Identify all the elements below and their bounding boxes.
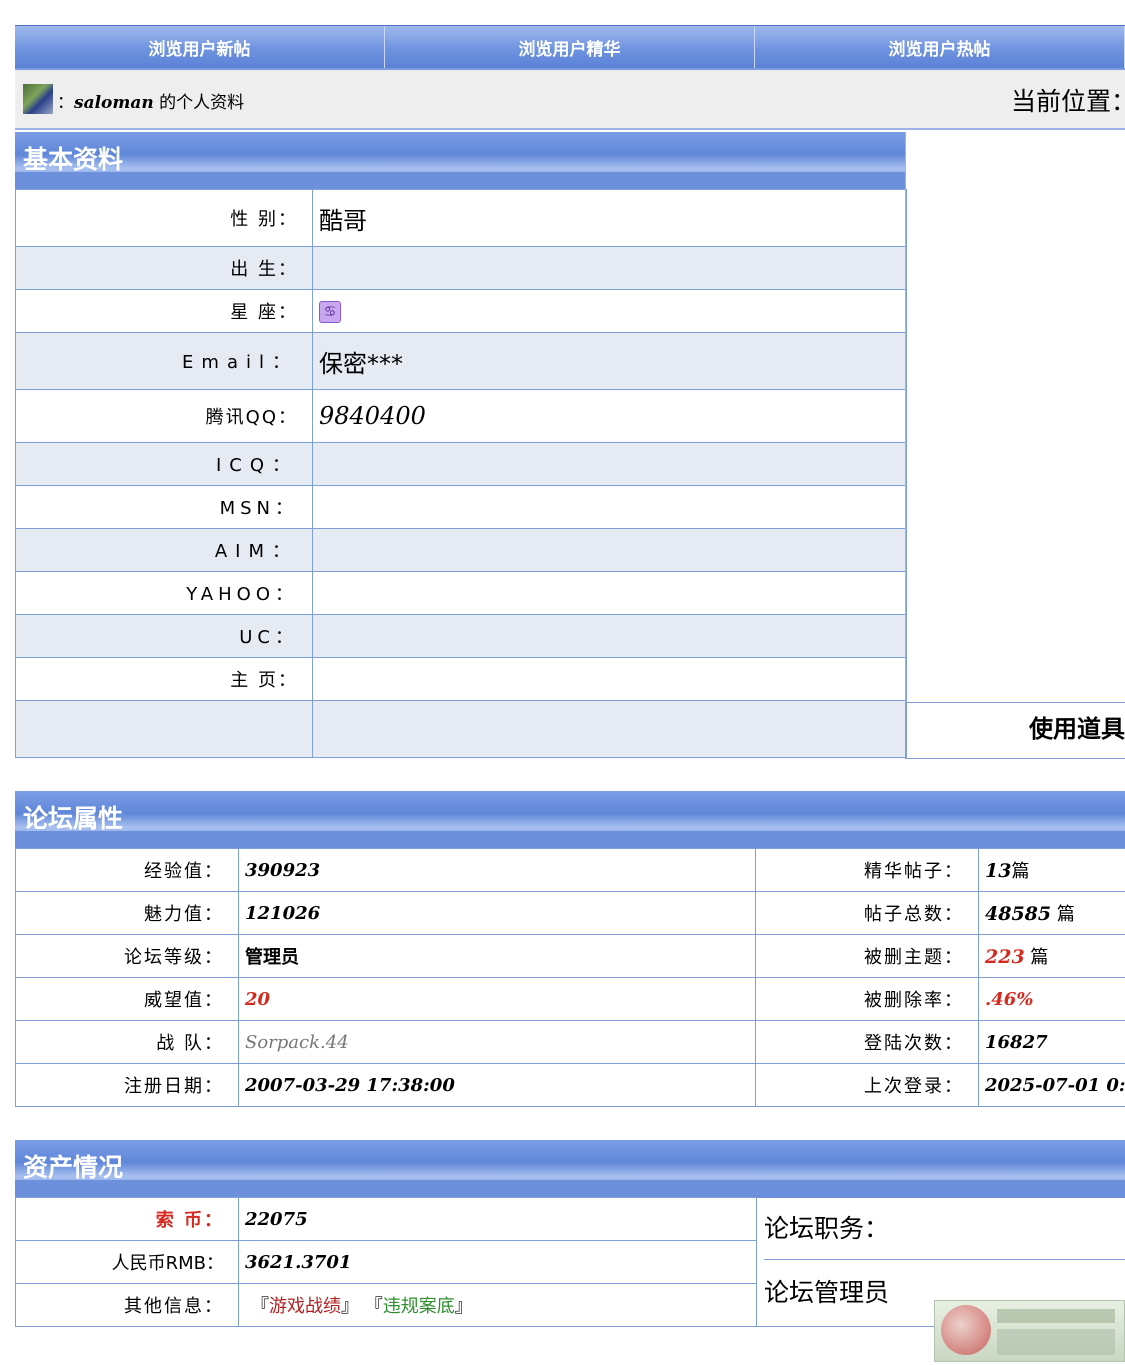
charm-label: 魅力值： bbox=[15, 891, 239, 935]
homepage-value[interactable] bbox=[312, 657, 907, 701]
homepage-label: 主 页： bbox=[15, 657, 313, 701]
featured-value: 13 bbox=[985, 860, 1012, 882]
forum-attr-title: 论坛属性 bbox=[23, 804, 124, 833]
post-total-unit: 篇 bbox=[1051, 904, 1075, 925]
exp-label: 经验值： bbox=[15, 848, 239, 892]
last-login-value: 2025-07-01 0:5 bbox=[978, 1063, 1125, 1107]
bracket: 』 bbox=[341, 1296, 359, 1317]
gender-label: 性 别： bbox=[15, 189, 313, 247]
birth-label: 出 生： bbox=[15, 246, 313, 290]
empty-cell bbox=[15, 700, 313, 758]
username[interactable]: saloman bbox=[74, 93, 154, 113]
icq-label: ICQ： bbox=[15, 442, 313, 486]
charm-value: 121026 bbox=[238, 891, 756, 935]
assets-title: 资产情况 bbox=[23, 1153, 124, 1182]
profile-heading: ：saloman 的个人资料 bbox=[57, 93, 245, 113]
duty-value: 论坛管理员 bbox=[764, 1278, 890, 1307]
location-bar: ：saloman 的个人资料 当前位置： bbox=[15, 70, 1125, 130]
forum-attr-table: 经验值： 390923 精华帖子： 13篇 魅力值： 121026 帖子总数： … bbox=[15, 848, 1125, 1107]
delete-rate-value: .46% bbox=[978, 977, 1125, 1021]
logo-bar bbox=[997, 1309, 1115, 1323]
nav-hot-posts[interactable]: 浏览用户热帖 bbox=[755, 26, 1125, 68]
other-info-value: 『游戏战绩』 『违规案底』 bbox=[238, 1283, 757, 1327]
deleted-topics-value: 223 bbox=[985, 946, 1025, 968]
birth-value bbox=[312, 246, 907, 290]
uc-label: UC： bbox=[15, 614, 313, 658]
post-total-label: 帖子总数： bbox=[755, 891, 979, 935]
header-stripe bbox=[15, 831, 1125, 849]
login-count-label: 登陆次数： bbox=[755, 1020, 979, 1064]
header-stripe bbox=[15, 172, 905, 190]
register-date-label: 注册日期： bbox=[15, 1063, 239, 1107]
other-info-label: 其他信息： bbox=[15, 1283, 239, 1327]
team-label: 战 队： bbox=[15, 1020, 239, 1064]
prestige-label: 威望值： bbox=[15, 977, 239, 1021]
coin-value: 22075 bbox=[238, 1197, 757, 1241]
last-login-label: 上次登录： bbox=[755, 1063, 979, 1107]
icq-value bbox=[312, 442, 907, 486]
login-count-value: 16827 bbox=[978, 1020, 1125, 1064]
team-value[interactable]: Sorpack.44 bbox=[238, 1020, 756, 1064]
site-logo-watermark bbox=[934, 1300, 1125, 1362]
deleted-topics-unit: 篇 bbox=[1024, 947, 1049, 968]
rmb-label: 人民币RMB： bbox=[15, 1240, 239, 1284]
bracket: 『 bbox=[364, 1296, 383, 1317]
register-date-value: 2007-03-29 17:38:00 bbox=[238, 1063, 756, 1107]
delete-rate-label: 被删除率： bbox=[755, 977, 979, 1021]
exp-value: 390923 bbox=[238, 848, 756, 892]
aim-value bbox=[312, 528, 907, 572]
violation-record-link[interactable]: 违规案底 bbox=[383, 1296, 455, 1317]
header-stripe bbox=[15, 1180, 1125, 1198]
basic-info-title: 基本资料 bbox=[23, 145, 124, 174]
coin-label: 索 币： bbox=[15, 1197, 239, 1241]
prestige-value: 20 bbox=[238, 977, 756, 1021]
duty-label: 论坛职务： bbox=[764, 1214, 890, 1243]
logo-emblem-icon bbox=[941, 1305, 991, 1355]
level-label: 论坛等级： bbox=[15, 934, 239, 978]
bracket: 』 bbox=[454, 1296, 473, 1317]
featured-unit: 篇 bbox=[1011, 861, 1030, 882]
level-value: 管理员 bbox=[238, 934, 756, 978]
empty-cell bbox=[312, 700, 907, 758]
cancer-zodiac-icon: ♋ bbox=[319, 300, 341, 323]
email-value: 保密*** bbox=[312, 332, 907, 390]
zodiac-label: 星 座： bbox=[15, 289, 313, 333]
gender-value: 酷哥 bbox=[312, 189, 907, 247]
profile-heading-suffix: 的个人资料 bbox=[159, 93, 245, 113]
msn-value bbox=[312, 485, 907, 529]
logo-bar bbox=[997, 1329, 1115, 1355]
deleted-topics-label: 被删主题： bbox=[755, 934, 979, 978]
aim-label: AIM： bbox=[15, 528, 313, 572]
use-item-button[interactable]: 使用道具 bbox=[905, 702, 1125, 759]
yahoo-value bbox=[312, 571, 907, 615]
rmb-value: 3621.3701 bbox=[238, 1240, 757, 1284]
email-label: Email： bbox=[15, 332, 313, 390]
yahoo-label: YAHOO： bbox=[15, 571, 313, 615]
nav-featured-posts[interactable]: 浏览用户精华 bbox=[385, 26, 755, 68]
avatar[interactable] bbox=[23, 84, 53, 114]
qq-label: 腾讯QQ： bbox=[15, 389, 313, 443]
divider bbox=[764, 1259, 1125, 1260]
uc-value bbox=[312, 614, 907, 658]
basic-info-table: 性 别： 酷哥 出 生： 星 座： ♋ Email： 保密*** 腾讯QQ： 9840… bbox=[15, 189, 907, 758]
featured-label: 精华帖子： bbox=[755, 848, 979, 892]
avatar-pane bbox=[905, 132, 1125, 702]
game-record-link[interactable]: 游戏战绩 bbox=[269, 1296, 341, 1317]
assets-table: 索 币： 22075 人民币RMB： 3621.3701 其他信息： 『游戏战绩… bbox=[15, 1197, 757, 1327]
nav-new-posts[interactable]: 浏览用户新帖 bbox=[15, 26, 385, 68]
zodiac-value: ♋ bbox=[312, 289, 907, 333]
bracket: 『 bbox=[251, 1296, 269, 1317]
user-nav-bar: 浏览用户新帖 浏览用户精华 浏览用户热帖 bbox=[15, 25, 1125, 71]
current-position-label: 当前位置： bbox=[1011, 87, 1125, 116]
post-total-value: 48585 bbox=[985, 903, 1052, 925]
qq-value: 9840400 bbox=[312, 389, 907, 443]
msn-label: MSN： bbox=[15, 485, 313, 529]
